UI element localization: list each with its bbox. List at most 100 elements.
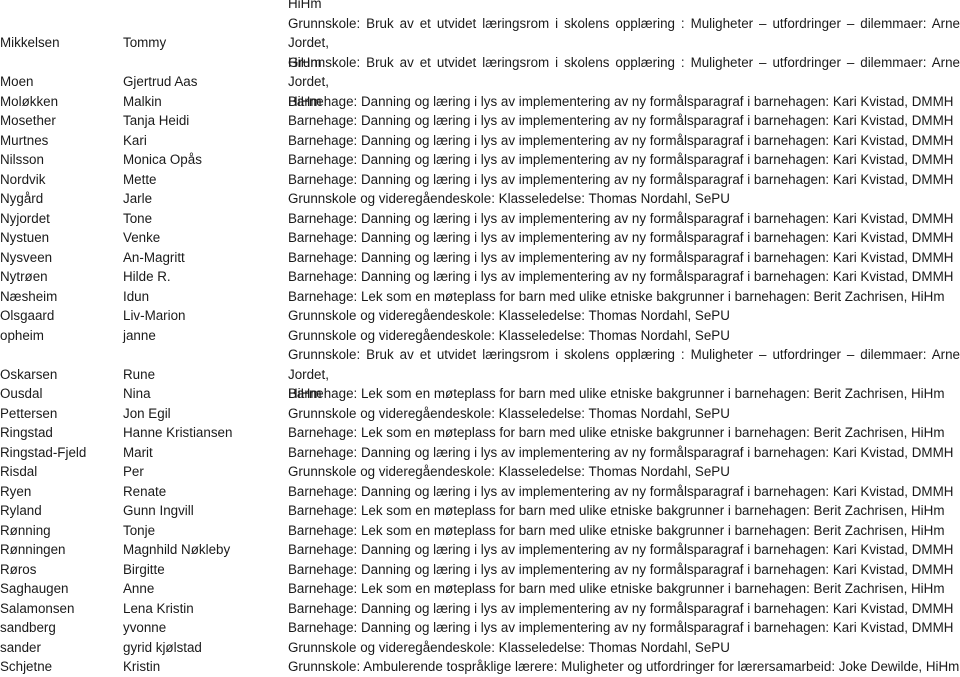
first-name-cell: An-Magritt (123, 249, 185, 265)
last-name-cell: Nilsson (0, 152, 44, 167)
course-cell: Barnehage: Danning og læring i lys av im… (288, 561, 954, 577)
last-name-cell: Schjetne (0, 659, 53, 674)
first-name-cell: Mette (123, 171, 157, 187)
first-name-cell: Venke (123, 230, 161, 245)
participant-list: HiHm Mikkelsen Tommy Grunnskole: Bruk av e… (0, 0, 960, 677)
last-name-cell: Mosether (0, 113, 56, 128)
last-name-cell: Olsgaard (0, 308, 55, 323)
table-row: Nordvik Mette Barnehage: Danning og læring… (0, 170, 960, 190)
first-name-cell: Renate (123, 483, 167, 499)
last-name-cell: Ringstad (0, 425, 53, 440)
first-name-cell: Malkin (123, 93, 162, 109)
course-cell: Barnehage: Danning og læring i lys av im… (288, 269, 954, 284)
first-name-cell: Hilde R. (123, 269, 171, 284)
table-row: Salamonsen Lena Kristin Barnehage: Danning… (0, 599, 960, 619)
table-row: Saghaugen Anne Barnehage: Lek som en møtep… (0, 579, 960, 599)
course-cell: Barnehage: Danning og læring i lys av im… (288, 210, 954, 226)
last-name-cell: Moløkken (0, 93, 59, 109)
table-row: Ryland Gunn Ingvill Barnehage: Lek som en … (0, 501, 960, 521)
table-row: Ringstad-Fjeld Marit Barnehage: Danning og… (0, 443, 960, 463)
first-name-cell: yvonne (123, 620, 167, 635)
last-name-cell: Nystuen (0, 230, 50, 245)
last-name-cell: Murtnes (0, 132, 49, 148)
first-name-cell: Tone (123, 210, 153, 226)
last-name-cell: Mikkelsen (0, 35, 60, 50)
first-name-cell: Idun (123, 288, 150, 304)
table-row: Ousdal Nina Barnehage: Lek som en møteplas… (0, 384, 960, 404)
course-continuation: HiHm (288, 0, 322, 11)
course-cell: Barnehage: Danning og læring i lys av im… (288, 444, 954, 460)
table-row: Røros Birgitte Barnehage: Danning og lærin… (0, 560, 960, 580)
course-cell: Grunnskole: Ambulerende tospråklige lære… (288, 659, 960, 674)
course-cell: Grunnskole og videregåendeskole: Klassel… (288, 639, 730, 655)
table-row: Nysveen An-Magritt Barnehage: Danning og l… (0, 248, 960, 268)
table-row: Pettersen Jon Egil Grunnskole og videregåe… (0, 404, 960, 424)
table-row: Rønningen Magnhild Nøkleby Barnehage: Dann… (0, 540, 960, 560)
table-row: sander gyrid kjølstad Grunnskole og videre… (0, 638, 960, 658)
last-name-cell: Risdal (0, 464, 38, 479)
course-cell: Barnehage: Danning og læring i lys av im… (288, 230, 954, 245)
last-name-cell: Rønning (0, 522, 51, 538)
course-cell: Barnehage: Lek som en møteplass for barn… (288, 386, 945, 401)
course-cell: Barnehage: Lek som en møteplass for barn… (288, 503, 945, 518)
table-row: Oskarsen Rune Grunnskole: Bruk av et utvid… (0, 345, 960, 401)
table-row: Nyjordet Tone Barnehage: Danning og læring… (0, 209, 960, 229)
first-name-cell: Jarle (123, 191, 153, 206)
first-name-cell: Jon Egil (123, 405, 171, 421)
first-name-cell: Tonje (123, 522, 156, 538)
table-row: Schjetne Kristin Grunnskole: Ambulerende t… (0, 657, 960, 677)
table-row: Risdal Per Grunnskole og videregåendeskole… (0, 462, 960, 482)
first-name-cell: Lena Kristin (123, 600, 194, 616)
course-cell: Grunnskole og videregåendeskole: Klassel… (288, 405, 730, 421)
first-name-cell: Kari (123, 132, 147, 148)
first-name-cell: Liv-Marion (123, 308, 186, 323)
last-name-cell: sandberg (0, 620, 56, 635)
course-line-1: Grunnskole: Bruk av et utvidet læringsro… (288, 15, 960, 51)
last-name-cell: Røros (0, 561, 37, 577)
table-row: Ringstad Hanne Kristiansen Barnehage: Lek … (0, 423, 960, 443)
last-name-cell: Pettersen (0, 405, 58, 421)
first-name-cell: Birgitte (123, 561, 165, 577)
first-name-cell: Nina (123, 386, 151, 401)
last-name-cell: Oskarsen (0, 366, 58, 382)
first-name-cell: Per (123, 464, 144, 479)
last-name-cell: Nygård (0, 191, 44, 206)
last-name-cell: sander (0, 639, 41, 655)
course-cell: Barnehage: Danning og læring i lys av im… (288, 542, 954, 557)
first-name-cell: Monica Opås (123, 152, 202, 167)
course-cell: Grunnskole og videregåendeskole: Klassel… (288, 464, 730, 479)
continued-course-line: HiHm (0, 0, 960, 14)
course-line-1: Grunnskole: Bruk av et utvidet læringsro… (288, 347, 960, 382)
last-name-cell: Rønningen (0, 542, 66, 557)
course-line-1: Grunnskole: Bruk av et utvidet læringsro… (288, 54, 960, 90)
table-row: Nystuen Venke Barnehage: Danning og læring… (0, 228, 960, 248)
table-row: Mosether Tanja Heidi Barnehage: Danning og… (0, 111, 960, 131)
first-name-cell: Gjertrud Aas (123, 74, 198, 89)
course-cell: Barnehage: Danning og læring i lys av im… (288, 171, 954, 187)
table-row: Rønning Tonje Barnehage: Lek som en møtepl… (0, 521, 960, 541)
course-cell: Barnehage: Lek som en møteplass for barn… (288, 425, 945, 440)
course-cell: Grunnskole og videregåendeskole: Klassel… (288, 191, 730, 206)
last-name-cell: Ryland (0, 503, 42, 518)
last-name-cell: Saghaugen (0, 581, 69, 596)
last-name-cell: Nysveen (0, 249, 53, 265)
course-cell: Barnehage: Lek som en møteplass for barn… (288, 522, 945, 538)
course-cell: Barnehage: Danning og læring i lys av im… (288, 132, 954, 148)
last-name-cell: opheim (0, 327, 44, 343)
table-row: sandberg yvonne Barnehage: Danning og læri… (0, 618, 960, 638)
table-row: Nygård Jarle Grunnskole og videregåendesko… (0, 189, 960, 209)
last-name-cell: Ringstad-Fjeld (0, 444, 87, 460)
last-name-cell: Nordvik (0, 171, 46, 187)
table-row: Nilsson Monica Opås Barnehage: Danning og … (0, 150, 960, 170)
last-name-cell: Ousdal (0, 386, 43, 401)
course-cell: Barnehage: Lek som en møteplass for barn… (288, 581, 945, 596)
course-cell: Barnehage: Lek som en møteplass for barn… (288, 288, 945, 304)
table-row: Moløkken Malkin Barnehage: Danning og læri… (0, 92, 960, 112)
course-cell: Barnehage: Danning og læring i lys av im… (288, 483, 954, 499)
first-name-cell: Gunn Ingvill (123, 503, 194, 518)
first-name-cell: Kristin (123, 659, 161, 674)
first-name-cell: Tanja Heidi (123, 113, 190, 128)
table-row: Olsgaard Liv-Marion Grunnskole og videregå… (0, 306, 960, 326)
first-name-cell: Magnhild Nøkleby (123, 542, 231, 557)
participant-rows: Mikkelsen Tommy Grunnskole: Bruk av et utv… (0, 14, 960, 677)
